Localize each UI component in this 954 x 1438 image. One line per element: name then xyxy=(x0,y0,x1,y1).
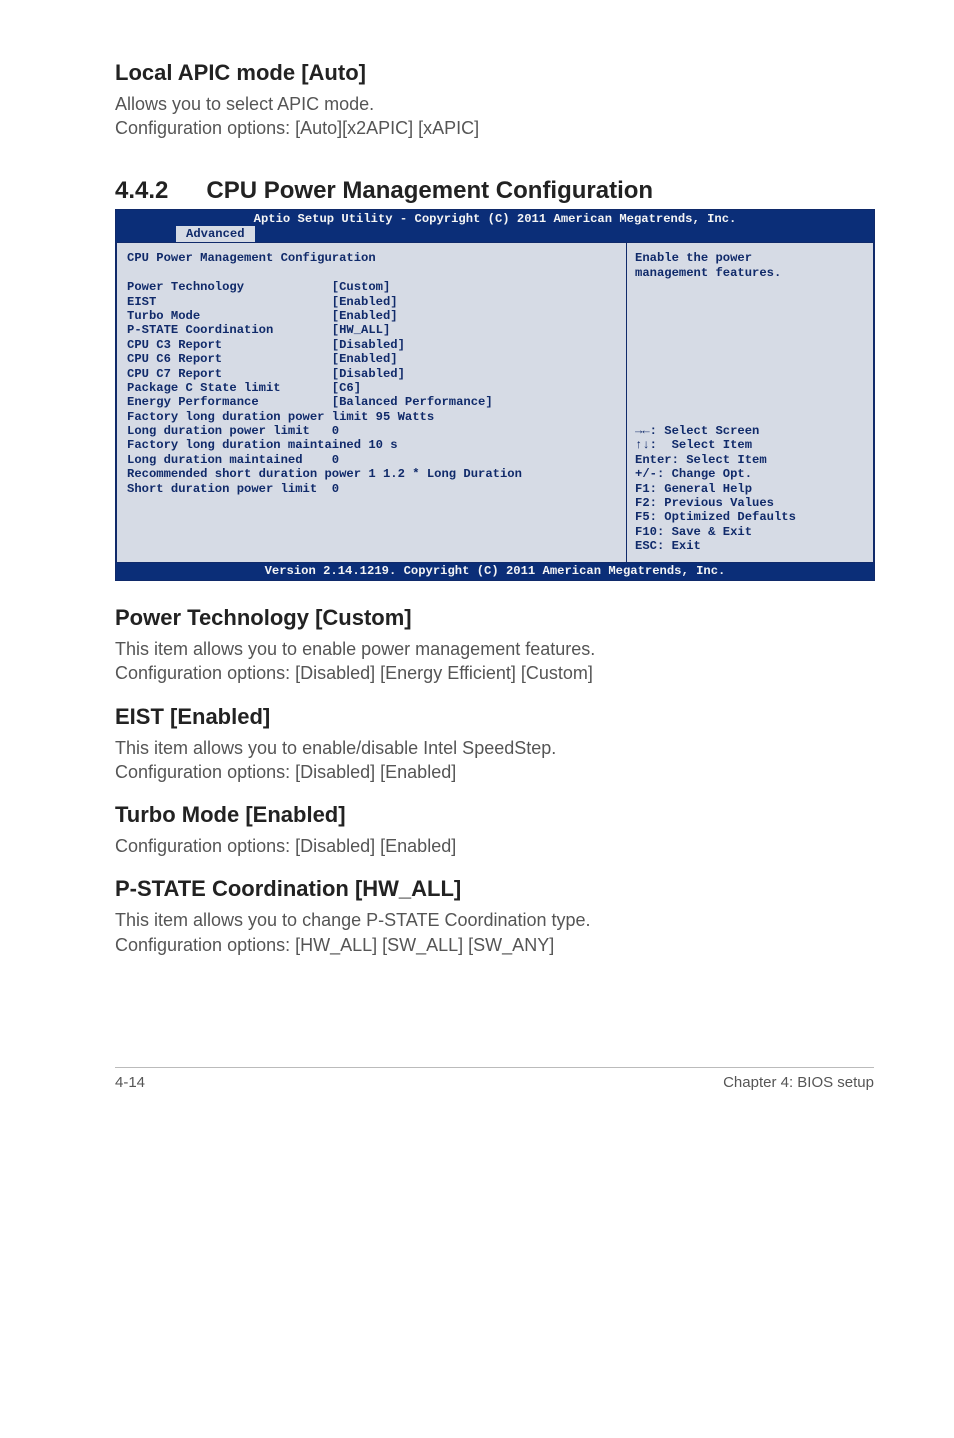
chapter-label: Chapter 4: BIOS setup xyxy=(723,1074,874,1091)
text-line: This item allows you to enable/disable I… xyxy=(115,738,556,758)
bios-main-area: CPU Power Management Configuration Power… xyxy=(116,242,874,562)
text-line: Configuration options: [HW_ALL] [SW_ALL]… xyxy=(115,935,554,955)
heading-eist: EIST [Enabled] xyxy=(115,704,874,730)
text-line: This item allows you to enable power man… xyxy=(115,639,595,659)
paragraph: This item allows you to enable power man… xyxy=(115,637,874,686)
section-number: 4.4.2 xyxy=(115,177,168,205)
bios-tab-advanced[interactable]: Advanced xyxy=(176,226,255,242)
page-footer: 4-14 Chapter 4: BIOS setup xyxy=(115,1067,874,1091)
heading-442: 4.4.2 CPU Power Management Configuration xyxy=(115,177,874,205)
heading-power-technology: Power Technology [Custom] xyxy=(115,605,874,631)
text-line: Allows you to select APIC mode. xyxy=(115,94,374,114)
paragraph: Allows you to select APIC mode. Configur… xyxy=(115,92,874,141)
bios-tab-row: Advanced xyxy=(116,226,874,242)
page-number: 4-14 xyxy=(115,1074,145,1091)
paragraph: This item allows you to change P-STATE C… xyxy=(115,908,874,957)
heading-pstate: P-STATE Coordination [HW_ALL] xyxy=(115,876,874,902)
text-line: Configuration options: [Disabled] [Energ… xyxy=(115,663,593,683)
paragraph: Configuration options: [Disabled] [Enabl… xyxy=(115,834,874,858)
bios-title-bar: Aptio Setup Utility - Copyright (C) 2011… xyxy=(116,210,874,226)
paragraph: This item allows you to enable/disable I… xyxy=(115,736,874,785)
heading-local-apic: Local APIC mode [Auto] xyxy=(115,60,874,86)
bios-help-pane: Enable the power management features. →←… xyxy=(626,242,874,562)
text-line: This item allows you to change P-STATE C… xyxy=(115,910,591,930)
text-line: Configuration options: [Disabled] [Enabl… xyxy=(115,836,456,856)
bios-settings-pane[interactable]: CPU Power Management Configuration Power… xyxy=(116,242,626,562)
text-line: Configuration options: [Auto][x2APIC] [x… xyxy=(115,118,479,138)
section-title: CPU Power Management Configuration xyxy=(206,177,653,204)
heading-turbo-mode: Turbo Mode [Enabled] xyxy=(115,802,874,828)
bios-screen: Aptio Setup Utility - Copyright (C) 2011… xyxy=(115,209,875,581)
text-line: Configuration options: [Disabled] [Enabl… xyxy=(115,762,456,782)
bios-footer: Version 2.14.1219. Copyright (C) 2011 Am… xyxy=(116,563,874,580)
